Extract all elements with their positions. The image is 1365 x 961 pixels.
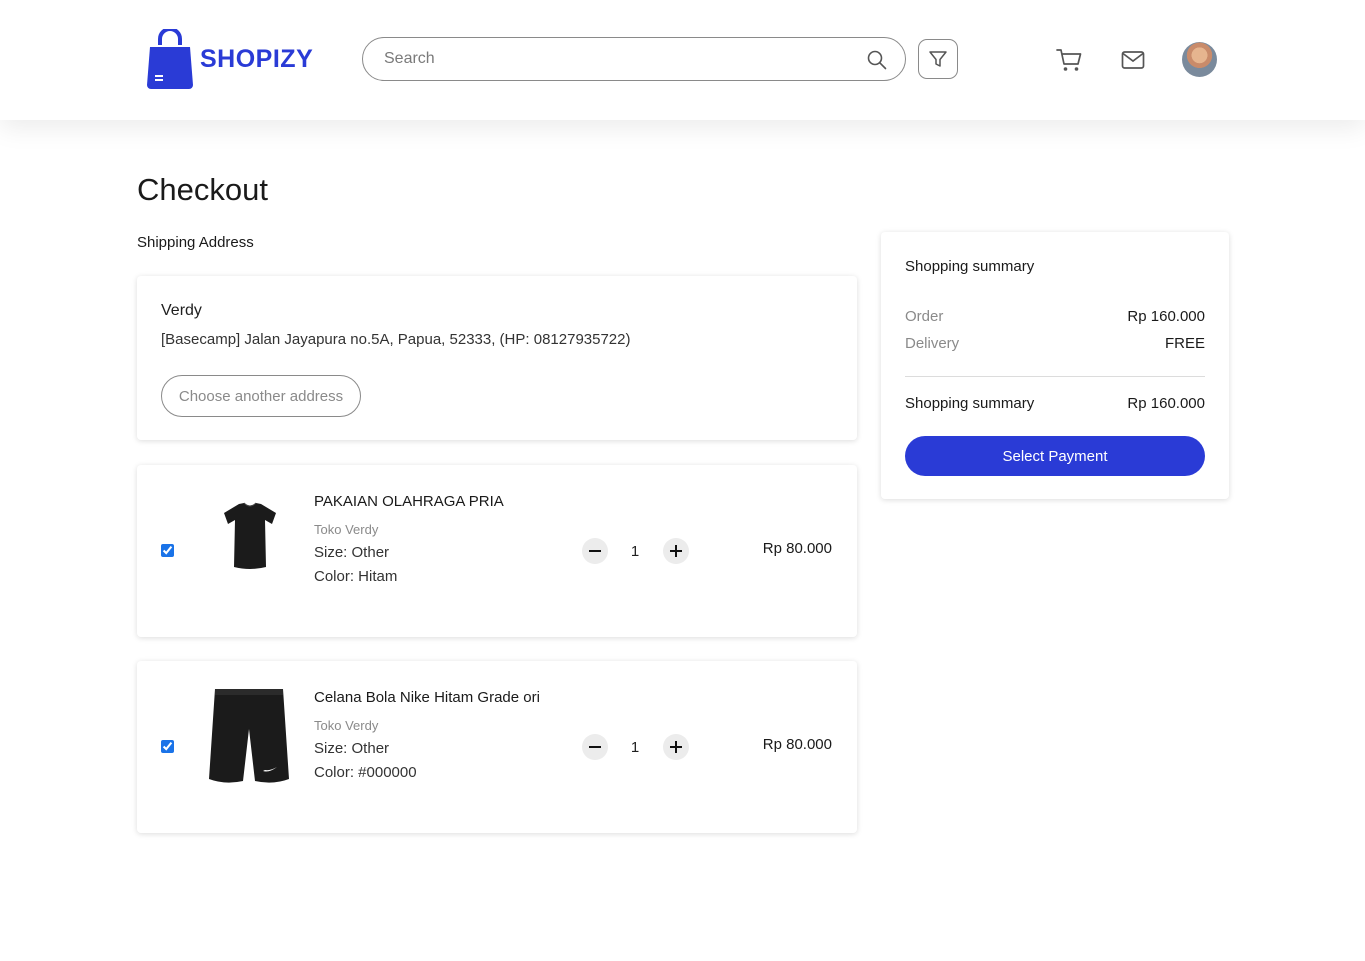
minus-icon	[589, 746, 601, 748]
brand-name: SHOPIZY	[200, 45, 314, 73]
increase-quantity-button[interactable]	[663, 734, 689, 760]
select-payment-button[interactable]: Select Payment	[905, 436, 1205, 476]
recipient-name: Verdy	[161, 302, 202, 319]
avatar[interactable]	[1182, 42, 1217, 77]
plus-icon	[670, 741, 682, 753]
decrease-quantity-button[interactable]	[582, 734, 608, 760]
item-size: Size: Other	[314, 740, 390, 757]
page-title: Checkout	[137, 172, 268, 207]
item-checkbox[interactable]	[161, 544, 174, 557]
delivery-value: FREE	[1164, 335, 1205, 352]
order-row: Order Rp 160.000	[905, 308, 1205, 325]
minus-icon	[589, 550, 601, 552]
order-label: Order	[905, 308, 944, 325]
decrease-quantity-button[interactable]	[582, 538, 608, 564]
quantity-value: 1	[630, 543, 640, 560]
search-input[interactable]	[382, 49, 846, 69]
quantity-value: 1	[630, 739, 640, 756]
item-price: Rp 80.000	[762, 736, 832, 753]
item-color: Color: Hitam	[314, 568, 398, 585]
item-price: Rp 80.000	[762, 540, 832, 557]
total-value: Rp 160.000	[1127, 395, 1205, 412]
order-value: Rp 160.000	[1127, 308, 1205, 325]
search-bar	[362, 37, 906, 81]
cart-item: PAKAIAN OLAHRAGA PRIA Toko Verdy Size: O…	[137, 465, 857, 637]
address-line: [Basecamp] Jalan Jayapura no.5A, Papua, …	[161, 331, 631, 348]
item-color: Color: #000000	[314, 764, 417, 781]
cart-icon[interactable]	[1056, 47, 1082, 73]
item-size: Size: Other	[314, 544, 390, 561]
product-image-black-tshirt	[224, 502, 276, 569]
product-image-black-shorts	[209, 689, 289, 783]
shopping-summary-card: Shopping summary Order Rp 160.000 Delive…	[881, 232, 1229, 499]
mail-icon[interactable]	[1121, 50, 1145, 70]
shipping-address-label: Shipping Address	[137, 234, 254, 251]
cart-item: Celana Bola Nike Hitam Grade ori Toko Ve…	[137, 661, 857, 833]
shopizy-logo[interactable]: SHOPIZY	[146, 29, 313, 90]
total-row: Shopping summary Rp 160.000	[905, 395, 1205, 412]
choose-another-address-button[interactable]: Choose another address	[161, 375, 361, 417]
delivery-row: Delivery FREE	[905, 335, 1205, 352]
address-card: Verdy [Basecamp] Jalan Jayapura no.5A, P…	[137, 276, 857, 440]
item-name[interactable]: Celana Bola Nike Hitam Grade ori	[314, 689, 540, 706]
item-store: Toko Verdy	[314, 522, 379, 537]
summary-title: Shopping summary	[905, 258, 1035, 275]
search-icon[interactable]	[867, 50, 887, 70]
item-name[interactable]: PAKAIAN OLAHRAGA PRIA	[314, 493, 504, 510]
item-store: Toko Verdy	[314, 718, 379, 733]
filter-icon	[929, 51, 947, 67]
summary-divider	[905, 376, 1205, 377]
shopping-bag-icon	[147, 29, 193, 89]
increase-quantity-button[interactable]	[663, 538, 689, 564]
total-label: Shopping summary	[905, 395, 1035, 412]
delivery-label: Delivery	[905, 335, 960, 352]
filter-button[interactable]	[918, 39, 958, 79]
item-checkbox[interactable]	[161, 740, 174, 753]
plus-icon	[670, 545, 682, 557]
top-navbar: SHOPIZY	[0, 0, 1365, 120]
